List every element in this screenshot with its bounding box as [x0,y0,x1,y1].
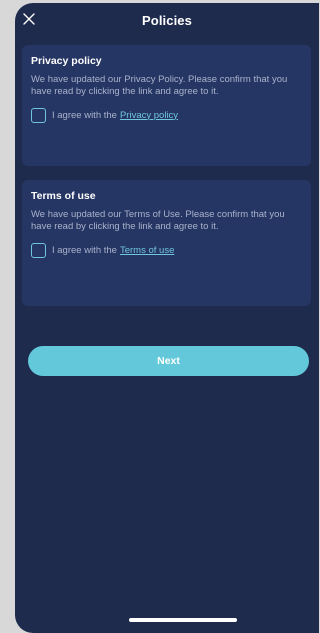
header: Policies [15,3,319,37]
privacy-agree-text: I agree with the [52,109,117,121]
terms-of-use-description: We have updated our Terms of Use. Please… [31,209,285,232]
privacy-policy-title: Privacy policy [31,55,102,67]
privacy-policy-card: Privacy policy We have updated our Priva… [22,45,311,166]
terms-agree-row: I agree with the Terms of use [31,241,302,259]
terms-of-use-link[interactable]: Terms of use [120,245,174,256]
home-indicator [129,618,237,622]
app-screen: Policies Privacy policy We have updated … [15,3,319,633]
privacy-agree-checkbox[interactable] [31,107,46,123]
next-button[interactable]: Next [28,346,309,376]
privacy-policy-description: We have updated our Privacy Policy. Plea… [31,74,288,97]
terms-of-use-card: Terms of use We have updated our Terms o… [22,180,311,306]
privacy-agree-row: I agree with the Privacy policy [31,106,302,124]
terms-agree-checkbox[interactable] [31,242,46,258]
terms-agree-text: I agree with the [52,244,117,256]
page-title: Policies [142,13,192,28]
terms-of-use-title: Terms of use [31,190,96,202]
privacy-policy-link[interactable]: Privacy policy [120,110,178,121]
